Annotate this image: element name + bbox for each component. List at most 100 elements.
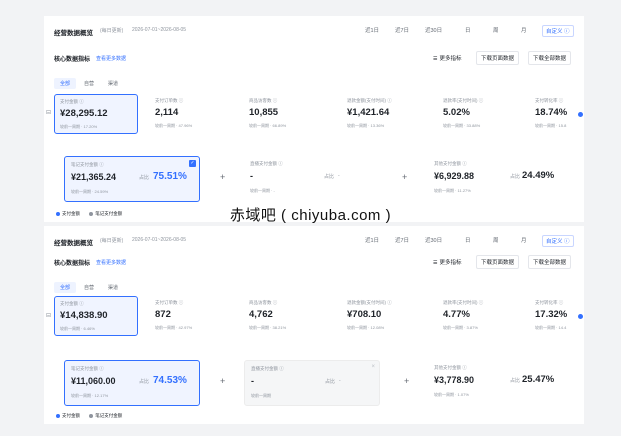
funnel-value: - [251,376,254,386]
kpi-compare: 较前一周期 · 3.87% [443,325,478,330]
kpi-card-refund-rate[interactable]: 退款率(支付时间) ⓘ 4.77% 较前一周期 · 3.87% [438,296,528,336]
more-data-link[interactable]: 查看更多数据 [96,55,126,62]
kpi-label: 商品访客数 ⓘ [249,98,278,103]
channel-segment: 全部 自营 渠道 [54,72,126,89]
ratio-value: 25.47% [522,374,555,385]
kpi-card-conversion[interactable]: 支付转化率 ⓘ 18.74% 较前一周期 · 15.8 [530,94,580,134]
scroll-left-icon[interactable]: ⊟ [46,312,51,319]
funnel-card-notes[interactable]: 笔记支付金额 ⓘ ¥21,365.24 较前一周期 · 24.59% 占比 75… [64,156,200,202]
range-month[interactable]: 月 [518,25,530,35]
range-week[interactable]: 周 [490,25,502,35]
funnel-compare: 较前一周期 [251,393,271,398]
kpi-label: 退款率(支付时间) ⓘ [443,300,484,305]
kpi-value: ¥28,295.12 [60,108,108,119]
funnel-label: 其他支付金额 ⓘ [434,161,467,166]
funnel-card-live[interactable]: 直播支付金额 ⓘ - 较前一周期 占比 - × [244,360,380,406]
range-day[interactable]: 日 [462,25,474,35]
funnel-value: ¥21,365.24 [71,172,117,182]
kpi-card-visitors[interactable]: 商品访客数 ⓘ 4,762 较前一周期 · 38.21% [244,296,334,336]
download-all-button[interactable]: 下载全部数据 [528,255,572,269]
kpi-card-orders[interactable]: 支付订单数 ⓘ 2,114 较前一周期 · 47.96% [150,94,230,134]
funnel-value: ¥6,929.88 [434,171,475,181]
kpi-label: 支付订单数 ⓘ [155,98,184,103]
funnel-card-other[interactable]: 其他支付金额 ⓘ ¥6,929.88 较前一周期 · 11.27% 占比 24.… [428,156,564,202]
segment-own[interactable]: 自营 [78,78,100,89]
funnel-row: 笔记支付金额 ⓘ ¥21,365.24 较前一周期 · 24.59% 占比 75… [64,156,564,202]
funnel-compare: 较前一周期 · - [250,188,275,193]
kpi-label: 退款金额(支付时间) ⓘ [347,98,392,103]
list-icon: ☰ [433,260,438,266]
range-1d[interactable]: 近1日 [362,235,382,245]
funnel-card-live[interactable]: 直播支付金额 ⓘ - 较前一周期 · - 占比 - [244,156,374,202]
ratio-label: 占比 [139,379,150,385]
kpi-card-refund-amount[interactable]: 退款金额(支付时间) ⓘ ¥708.10 较前一周期 · 12.08% [342,296,432,336]
range-custom[interactable]: 自定义 ⓘ [542,25,574,37]
kpi-card-pay-amount[interactable]: 支付金额 ⓘ ¥28,295.12 较前一周期 · 17.20% [54,94,138,134]
range-day[interactable]: 日 [462,235,474,245]
segment-channel[interactable]: 渠道 [102,282,124,293]
kpi-row: 支付金额 ⓘ ¥14,838.90 较前一周期 · 6.46% 支付订单数 ⓘ … [54,296,579,336]
download-page-button[interactable]: 下载页面数据 [476,51,520,65]
kpi-row: 支付金额 ⓘ ¥28,295.12 较前一周期 · 17.20% 支付订单数 ⓘ… [54,94,579,134]
more-metrics-button[interactable]: ☰ 更多指标 [428,255,467,269]
funnel-compare: 较前一周期 · 11.27% [434,188,471,193]
funnel-value: ¥3,778.90 [434,375,475,385]
core-metrics-title: 核心数据指标 [54,261,91,267]
panel-title: 经营数据概览 [54,240,93,247]
legend-item-pay[interactable]: 支付金额 [56,413,80,418]
kpi-value: 4,762 [249,309,273,320]
kpi-label: 支付金额 ⓘ [60,301,84,306]
kpi-value: 2,114 [155,107,179,118]
range-30d[interactable]: 近30日 [422,235,445,245]
funnel-label: 笔记支付金额 ⓘ [71,162,104,167]
date-range: 2026-07-01~2026-08-05 [132,27,187,33]
range-7d[interactable]: 近7日 [392,25,412,35]
scroll-left-icon[interactable]: ⊟ [46,109,51,116]
legend-dot-icon [56,413,60,418]
funnel-label: 其他支付金额 ⓘ [434,365,467,370]
range-1d[interactable]: 近1日 [362,25,382,35]
download-page-button[interactable]: 下载页面数据 [476,255,520,269]
segment-all[interactable]: 全部 [54,282,77,293]
kpi-card-orders[interactable]: 支付订单数 ⓘ 872 较前一周期 · 42.97% [150,296,230,336]
funnel-compare: 较前一周期 · 1.07% [434,392,469,397]
range-month[interactable]: 月 [518,235,530,245]
kpi-card-refund-amount[interactable]: 退款金额(支付时间) ⓘ ¥1,421.64 较前一周期 · 13.36% [342,94,432,134]
kpi-compare: 较前一周期 · 66.89% [249,123,287,128]
scroll-right-icon[interactable] [578,112,583,117]
checked-icon[interactable]: ✓ [189,160,196,167]
range-week[interactable]: 周 [490,235,502,245]
funnel-card-other[interactable]: 其他支付金额 ⓘ ¥3,778.90 较前一周期 · 1.07% 占比 25.4… [428,360,564,406]
more-metrics-button[interactable]: ☰ 更多指标 [428,51,467,65]
range-custom[interactable]: 自定义 ⓘ [542,235,574,247]
kpi-card-visitors[interactable]: 商品访客数 ⓘ 10,855 较前一周期 · 66.89% [244,94,334,134]
ratio-value: - [338,173,340,179]
kpi-card-refund-rate[interactable]: 退款率(支付时间) ⓘ 5.02% 较前一周期 · 33.88% [438,94,528,134]
more-metrics-label: 更多指标 [439,56,462,62]
segment-channel[interactable]: 渠道 [102,78,124,89]
ratio-value: 75.51% [153,171,187,182]
legend-item-notes[interactable]: 笔记支付金额 [89,413,122,418]
close-icon[interactable]: × [371,364,375,370]
range-7d[interactable]: 近7日 [392,235,412,245]
kpi-compare: 较前一周期 · 17.20% [60,124,98,129]
funnel-label: 笔记支付金额 ⓘ [71,366,104,371]
kpi-compare: 较前一周期 · 38.21% [249,325,287,330]
more-data-link[interactable]: 查看更多数据 [96,259,126,266]
kpi-card-pay-amount[interactable]: 支付金额 ⓘ ¥14,838.90 较前一周期 · 6.46% [54,296,138,336]
ratio-value: 74.53% [153,375,187,386]
kpi-label: 支付转化率 ⓘ [535,300,564,305]
range-30d[interactable]: 近30日 [422,25,445,35]
ratio-label: 占比 [510,174,521,180]
kpi-card-conversion[interactable]: 支付转化率 ⓘ 17.32% 较前一周期 · 14.4 [530,296,580,336]
scroll-right-icon[interactable] [578,314,583,319]
segment-all[interactable]: 全部 [54,78,77,89]
funnel-card-notes[interactable]: 笔记支付金额 ⓘ ¥11,060.00 较前一周期 · 12.17% 占比 74… [64,360,200,406]
kpi-label: 退款率(支付时间) ⓘ [443,98,484,103]
download-all-button[interactable]: 下载全部数据 [528,51,572,65]
legend-label: 支付金额 [62,413,80,418]
segment-own[interactable]: 自营 [78,282,100,293]
ratio-label: 占比 [139,175,150,181]
ratio-value: 24.49% [522,170,555,181]
ratio-label: 占比 [325,379,336,385]
